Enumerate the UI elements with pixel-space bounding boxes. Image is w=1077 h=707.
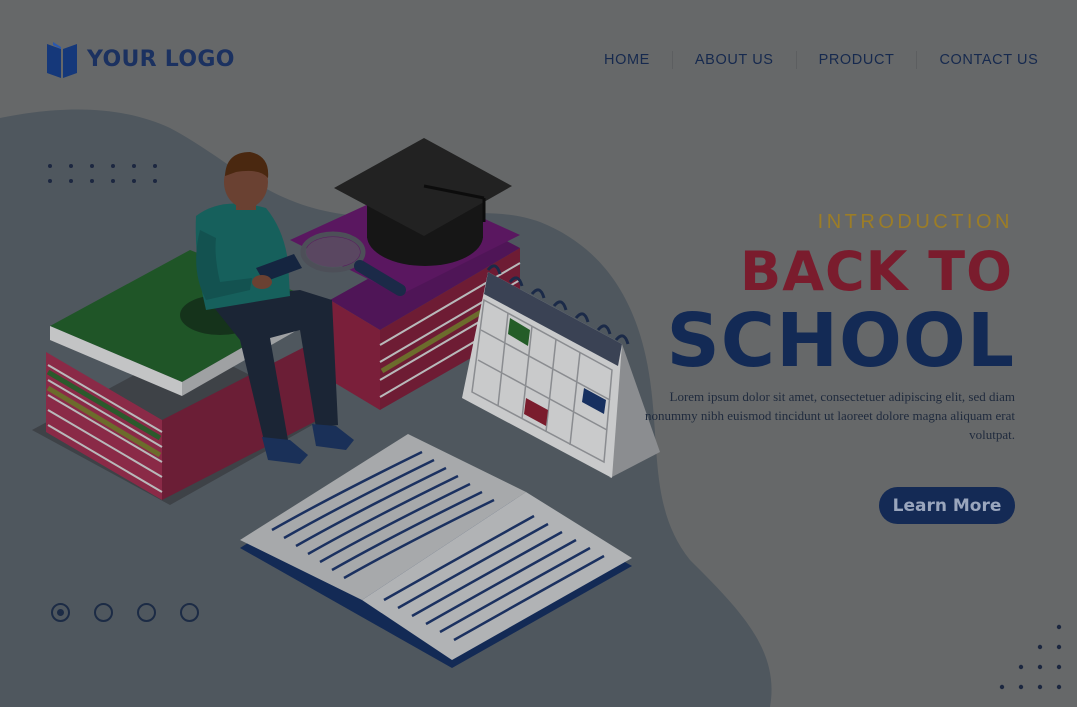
hero-eyebrow: INTRODUCTION <box>817 211 1013 233</box>
slider-pagination <box>51 603 199 622</box>
open-book <box>240 434 632 668</box>
hero-title-line2: SCHOOL <box>666 298 1015 384</box>
nav-about-us[interactable]: ABOUT US <box>695 52 774 68</box>
pagination-dot-1-active[interactable] <box>51 603 70 622</box>
nav-divider <box>795 51 797 69</box>
pagination-dot-3[interactable] <box>137 603 156 622</box>
desk-calendar <box>462 264 660 478</box>
decorative-dots-corner <box>999 624 1062 690</box>
learn-more-button[interactable]: Learn More <box>879 487 1015 524</box>
nav-divider <box>916 51 918 69</box>
nav-product[interactable]: PRODUCT <box>819 52 895 68</box>
pagination-dot-2[interactable] <box>94 603 113 622</box>
hero-illustration <box>32 138 660 668</box>
pagination-dot-4[interactable] <box>180 603 199 622</box>
hero-description: Lorem ipsum dolor sit amet, consectetuer… <box>644 389 1015 442</box>
hero-title-line1: BACK TO <box>740 240 1013 303</box>
nav-contact-us[interactable]: CONTACT US <box>939 52 1038 68</box>
landing-page: YOUR LOGO HOME ABOUT US PRODUCT CONTACT … <box>0 0 1077 707</box>
